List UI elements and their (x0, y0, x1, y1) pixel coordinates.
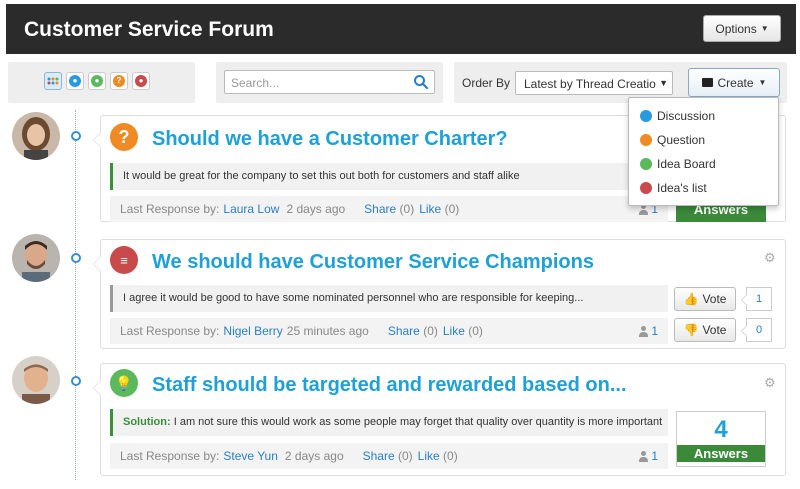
discussion-filter[interactable]: ● (66, 72, 84, 90)
last-response-label: Last Response by: (120, 449, 220, 463)
idea-icon (640, 158, 652, 170)
discussion-icon: ● (69, 75, 81, 87)
timestamp: 25 minutes ago (286, 324, 369, 338)
author-link[interactable]: Laura Low (223, 202, 279, 216)
timeline-dot (71, 376, 81, 386)
excerpt-text: I am not sure this would work as some pe… (173, 416, 663, 428)
timeline-dot (71, 253, 81, 263)
down-vote-count: 0 (741, 318, 772, 342)
share-link[interactable]: Share (0) (364, 202, 414, 216)
create-button[interactable]: Create ▼ (688, 68, 780, 97)
create-label: Create (717, 75, 754, 90)
last-response-label: Last Response by: (120, 202, 220, 216)
gear-icon[interactable]: ⚙ (764, 375, 776, 391)
timeline-line (75, 110, 76, 480)
solution-excerpt: Solution: I am not sure this would work … (110, 409, 668, 436)
page-title: Customer Service Forum (24, 18, 274, 41)
options-button[interactable]: Options ▼ (703, 15, 781, 42)
question-icon: ? (110, 123, 138, 151)
create-menu: Discussion Question Idea Board Idea's li… (628, 97, 779, 206)
idea-list-icon (640, 182, 652, 194)
thread-title[interactable]: We should have Customer Service Champion… (152, 251, 594, 274)
author-link[interactable]: Steve Yun (223, 449, 278, 463)
participant-count: 1 (638, 324, 658, 338)
up-vote-count: 1 (741, 287, 772, 311)
last-response-label: Last Response by: (120, 324, 220, 338)
grid-icon (47, 77, 59, 85)
menu-item-label: Question (657, 133, 706, 147)
menu-item-ideas-list[interactable]: Idea's list (629, 176, 778, 200)
user-avatar-icon (12, 112, 60, 160)
select-arrow-icon: ▼ (656, 78, 668, 88)
author-link[interactable]: Nigel Berry (223, 324, 282, 338)
idea-icon: ● (91, 75, 103, 87)
idea-filter[interactable]: ● (88, 72, 106, 90)
answers-count: 4 (714, 416, 728, 443)
thread-excerpt: I agree it would be good to have some no… (110, 285, 668, 312)
thread-meta: Last Response by: Laura Low 2 days ago S… (110, 196, 668, 222)
thread-title[interactable]: Staff should be targeted and rewarded ba… (152, 374, 627, 397)
share-link[interactable]: Share (0) (388, 324, 438, 338)
solution-label: Solution: (123, 416, 171, 428)
vote-label: Vote (702, 292, 727, 306)
timestamp: 2 days ago (284, 449, 344, 463)
search-icon[interactable] (413, 74, 429, 90)
order-by-select[interactable]: Latest by Thread Creation ▼ (515, 71, 673, 95)
idea-list-filter[interactable]: ● (132, 72, 150, 90)
thumbs-up-icon: 👍 (683, 292, 699, 306)
menu-item-label: Idea's list (657, 181, 707, 195)
thread-meta: Last Response by: Steve Yun 2 days ago S… (110, 443, 668, 469)
answers-label: Answers (677, 445, 765, 462)
question-icon: ? (113, 75, 125, 87)
avatar[interactable] (12, 234, 60, 282)
caret-down-icon: ▼ (758, 78, 767, 87)
user-avatar-icon (12, 234, 60, 282)
answers-box[interactable]: 4 Answers (676, 411, 766, 467)
order-by-value: Latest by Thread Creation (524, 77, 663, 91)
thread-meta: Last Response by: Nigel Berry 25 minutes… (110, 318, 668, 344)
vote-down-button[interactable]: 👎 Vote (674, 318, 736, 342)
thumbs-down-icon: 👎 (683, 323, 699, 337)
avatar[interactable] (12, 356, 60, 404)
type-filters: ● ● ? ● (44, 72, 150, 90)
timeline-dot (71, 131, 81, 141)
options-label: Options (715, 21, 757, 36)
forum-header: Customer Service Forum (6, 4, 796, 54)
avatar[interactable] (12, 112, 60, 160)
participant-count: 1 (638, 449, 658, 463)
question-filter[interactable]: ? (110, 72, 128, 90)
discussion-icon (640, 110, 652, 122)
menu-item-idea-board[interactable]: Idea Board (629, 152, 778, 176)
vote-label: Vote (702, 323, 727, 337)
menu-item-question[interactable]: Question (629, 128, 778, 152)
thread-title[interactable]: Should we have a Customer Charter? (152, 128, 508, 151)
gear-icon[interactable]: ⚙ (764, 250, 776, 266)
thread-excerpt: It would be great for the company to set… (110, 163, 630, 190)
menu-item-label: Discussion (657, 109, 716, 123)
like-link[interactable]: Like (0) (419, 202, 459, 216)
all-types-filter[interactable] (44, 72, 62, 90)
person-icon (638, 325, 649, 337)
vote-up-button[interactable]: 👍 Vote (674, 287, 736, 311)
person-icon (638, 450, 649, 462)
search-input[interactable]: Search... (224, 70, 435, 94)
menu-item-label: Idea Board (657, 157, 716, 171)
idea-list-icon: ≡ (110, 246, 138, 274)
timestamp: 2 days ago (286, 202, 346, 216)
like-link[interactable]: Like (0) (443, 324, 483, 338)
like-link[interactable]: Like (0) (418, 449, 458, 463)
user-avatar-icon (12, 356, 60, 404)
idea-icon: 💡 (110, 369, 138, 397)
question-icon (640, 134, 652, 146)
chat-icon (701, 78, 713, 87)
order-by-label: Order By (462, 76, 511, 90)
menu-item-discussion[interactable]: Discussion (629, 104, 778, 128)
share-link[interactable]: Share (0) (363, 449, 413, 463)
caret-down-icon: ▼ (760, 24, 769, 33)
idea-list-icon: ● (135, 75, 147, 87)
